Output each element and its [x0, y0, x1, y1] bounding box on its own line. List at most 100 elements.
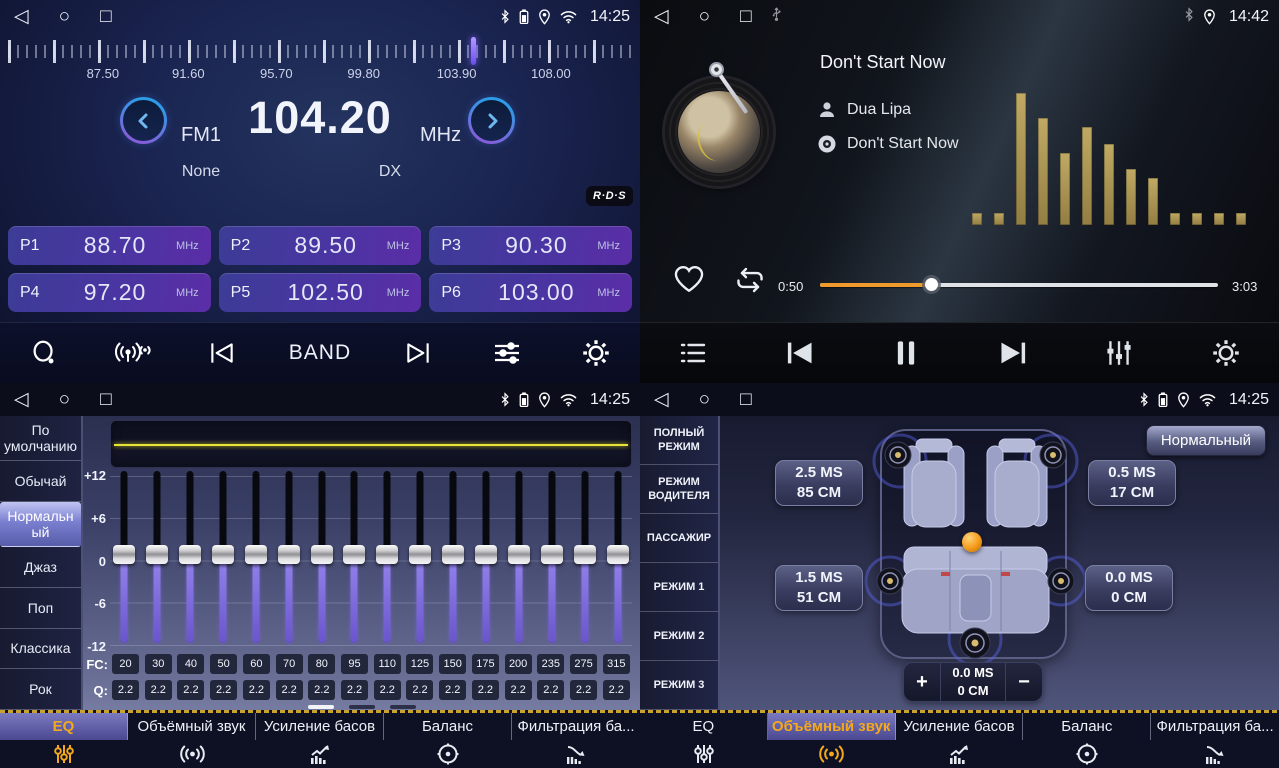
q-value[interactable]: 2.2	[177, 680, 204, 700]
playlist-button[interactable]	[671, 331, 715, 375]
eq-band-slider[interactable]	[375, 471, 399, 651]
fc-value[interactable]: 30	[145, 654, 172, 674]
eq-band-slider[interactable]	[441, 471, 465, 651]
surround-mode-item[interactable]: РЕЖИМ 2	[640, 612, 718, 661]
q-value[interactable]: 2.2	[308, 680, 335, 700]
nav-recents-icon[interactable]: □	[100, 383, 111, 416]
slider-handle[interactable]	[475, 545, 497, 564]
eq-band-slider[interactable]	[112, 471, 136, 651]
slider-handle[interactable]	[311, 545, 333, 564]
fc-value[interactable]: 315	[603, 654, 630, 674]
eq-preset-item[interactable]: Обычай	[0, 461, 81, 502]
eq-band-slider[interactable]	[507, 471, 531, 651]
slider-handle[interactable]	[179, 545, 201, 564]
radio-preset-button[interactable]: P6103.00MHz	[429, 273, 632, 312]
band-button[interactable]: BAND	[289, 331, 351, 375]
sound-profile-button[interactable]: Нормальный	[1146, 425, 1266, 456]
nav-recents-icon[interactable]: □	[100, 0, 111, 33]
tab-filter[interactable]: Фильтрация ба...	[512, 713, 640, 768]
q-value[interactable]: 2.2	[537, 680, 564, 700]
eq-band-slider[interactable]	[277, 471, 301, 651]
fc-value[interactable]: 275	[570, 654, 597, 674]
q-value[interactable]: 2.2	[276, 680, 303, 700]
dial-pointer[interactable]	[471, 37, 476, 65]
tab-eq-sliders[interactable]: EQ	[0, 713, 128, 768]
tab-bass-boost[interactable]: Усиление басов	[896, 713, 1024, 768]
slider-handle[interactable]	[541, 545, 563, 564]
slider-handle[interactable]	[607, 545, 629, 564]
tune-settings-button[interactable]	[485, 331, 529, 375]
tab-surround[interactable]: Объёмный звук	[768, 713, 896, 768]
progress-thumb[interactable]	[925, 278, 938, 291]
slider-handle[interactable]	[409, 545, 431, 564]
surround-mode-item[interactable]: РЕЖИМ 3	[640, 661, 718, 710]
page-dash[interactable]	[390, 705, 416, 709]
radio-preset-button[interactable]: P5102.50MHz	[219, 273, 422, 312]
slider-handle[interactable]	[113, 545, 135, 564]
prev-station-button[interactable]	[200, 331, 244, 375]
q-value[interactable]: 2.2	[112, 680, 139, 700]
q-value[interactable]: 2.2	[341, 680, 368, 700]
fc-value[interactable]: 175	[472, 654, 499, 674]
repeat-button[interactable]	[732, 265, 768, 295]
next-track-button[interactable]	[991, 331, 1035, 375]
eq-band-slider[interactable]	[310, 471, 334, 651]
tab-filter[interactable]: Фильтрация ба...	[1151, 713, 1279, 768]
rear-right-delay-button[interactable]: 0.0 MS 0 CM	[1085, 565, 1173, 611]
pause-button[interactable]	[884, 331, 928, 375]
eq-preset-item[interactable]: По умолчанию	[0, 416, 81, 461]
favorite-button[interactable]	[672, 263, 706, 295]
q-value[interactable]: 2.2	[145, 680, 172, 700]
eq-band-slider[interactable]	[408, 471, 432, 651]
q-value[interactable]: 2.2	[603, 680, 630, 700]
fc-value[interactable]: 60	[243, 654, 270, 674]
eq-band-slider[interactable]	[244, 471, 268, 651]
slider-handle[interactable]	[278, 545, 300, 564]
radio-preset-button[interactable]: P390.30MHz	[429, 226, 632, 265]
tab-surround[interactable]: Объёмный звук	[128, 713, 256, 768]
q-value[interactable]: 2.2	[570, 680, 597, 700]
slider-handle[interactable]	[442, 545, 464, 564]
tab-bass-boost[interactable]: Усиление басов	[256, 713, 384, 768]
fc-value[interactable]: 70	[276, 654, 303, 674]
surround-mode-item[interactable]: РЕЖИМ 1	[640, 563, 718, 612]
nav-home-icon[interactable]: ○	[59, 0, 70, 33]
eq-preset-item[interactable]: Рок	[0, 669, 81, 710]
radio-preset-button[interactable]: P497.20MHz	[8, 273, 211, 312]
q-value[interactable]: 2.2	[243, 680, 270, 700]
fc-value[interactable]: 95	[341, 654, 368, 674]
eq-band-slider[interactable]	[606, 471, 630, 651]
next-station-button[interactable]	[396, 331, 440, 375]
front-right-delay-button[interactable]: 0.5 MS 17 CM	[1088, 460, 1176, 506]
front-left-delay-button[interactable]: 2.5 MS 85 CM	[775, 460, 863, 506]
q-value[interactable]: 2.2	[472, 680, 499, 700]
eq-band-slider[interactable]	[573, 471, 597, 651]
q-value[interactable]: 2.2	[210, 680, 237, 700]
broadcast-button[interactable]	[111, 331, 155, 375]
eq-band-slider[interactable]	[145, 471, 169, 651]
fc-value[interactable]: 50	[210, 654, 237, 674]
scan-button[interactable]	[22, 331, 66, 375]
eq-preset-item[interactable]: Поп	[0, 588, 81, 629]
surround-mode-item[interactable]: ПАССАЖИР	[640, 514, 718, 563]
slider-handle[interactable]	[574, 545, 596, 564]
rear-left-delay-button[interactable]: 1.5 MS 51 CM	[775, 565, 863, 611]
eq-band-slider[interactable]	[474, 471, 498, 651]
slider-handle[interactable]	[508, 545, 530, 564]
eq-preset-item[interactable]: Джаз	[0, 547, 81, 588]
seek-down-button[interactable]	[120, 97, 167, 144]
increase-delay-button[interactable]: +	[904, 663, 940, 701]
eq-band-slider[interactable]	[211, 471, 235, 651]
fc-value[interactable]: 80	[308, 654, 335, 674]
fc-value[interactable]: 200	[505, 654, 532, 674]
eq-band-slider[interactable]	[342, 471, 366, 651]
q-value[interactable]: 2.2	[374, 680, 401, 700]
tab-balance[interactable]: Баланс	[384, 713, 512, 768]
audio-mixer-button[interactable]	[1097, 331, 1141, 375]
surround-mode-item[interactable]: ПОЛНЫЙ РЕЖИМ	[640, 416, 718, 465]
eq-band-slider[interactable]	[178, 471, 202, 651]
surround-mode-item[interactable]: РЕЖИМ ВОДИТЕЛЯ	[640, 465, 718, 514]
fc-value[interactable]: 40	[177, 654, 204, 674]
seek-up-button[interactable]	[468, 97, 515, 144]
q-value[interactable]: 2.2	[406, 680, 433, 700]
